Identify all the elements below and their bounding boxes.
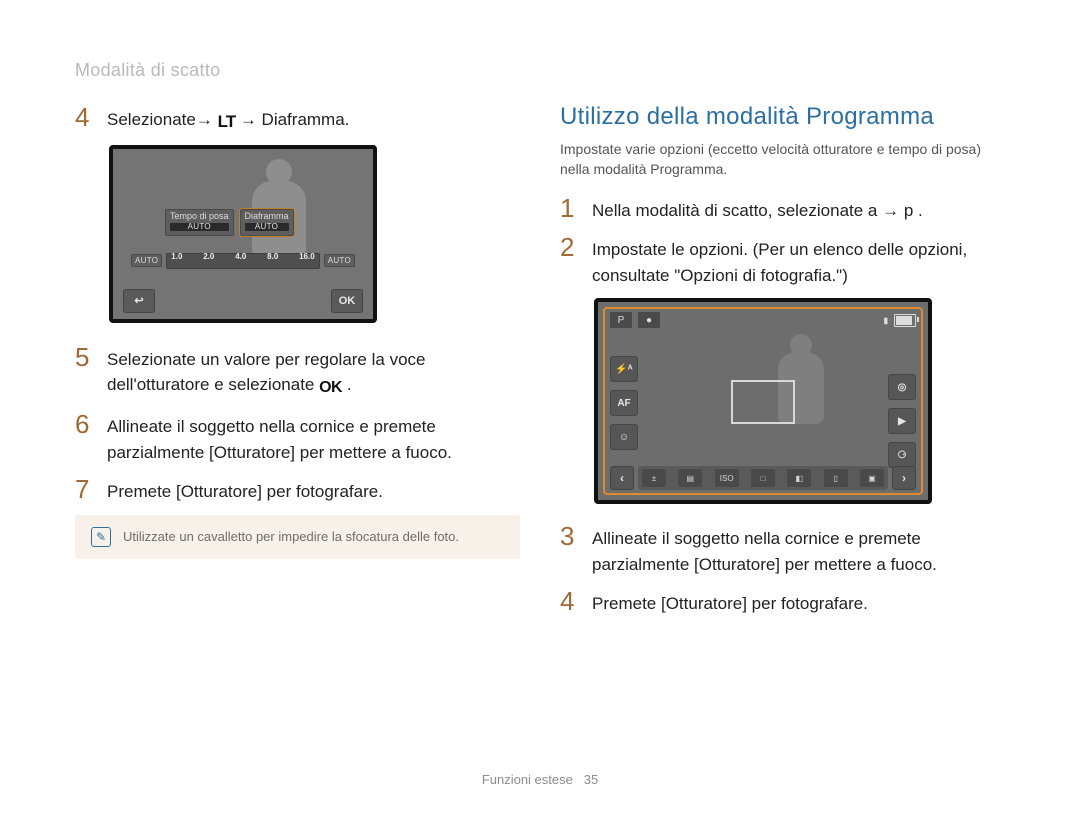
play-icon[interactable]: ▶ — [888, 408, 916, 434]
tick: 16.0 — [299, 252, 315, 261]
tick-labels: 1.0 2.0 4.0 8.0 16.0 — [171, 252, 314, 261]
bottom-bar: ↩ OK — [123, 289, 363, 313]
quality-icon[interactable]: ▣ — [860, 469, 884, 487]
text: Selezionate→ — [107, 110, 218, 129]
step-number: 2 — [560, 233, 582, 262]
tick: 4.0 — [235, 252, 246, 261]
section-description: Impostate varie opzioni (eccetto velocit… — [560, 139, 1005, 180]
scale-chip-left[interactable]: AUTO — [131, 254, 162, 267]
step-number: 3 — [560, 522, 582, 551]
step-4: 4 Selezionate→ LT → Diaframma. — [75, 103, 520, 135]
step-number: 5 — [75, 343, 97, 372]
tick: 2.0 — [203, 252, 214, 261]
face-detect-icon[interactable]: ☺ — [610, 424, 638, 450]
step-number: 4 — [560, 587, 582, 616]
flash-auto-icon[interactable]: ⚡ᴬ — [610, 356, 638, 382]
value: AUTO — [245, 223, 289, 231]
step-5: 5 Selezionate un valore per regolare la … — [75, 343, 520, 401]
metering-icon[interactable]: □ — [751, 469, 775, 487]
focus-box-icon — [731, 380, 795, 424]
drive-icon[interactable]: ◧ — [787, 469, 811, 487]
wb-icon[interactable]: ▤ — [678, 469, 702, 487]
page-footer: Funzioni estese 35 — [0, 772, 1080, 787]
top-left-icons: P ● — [610, 312, 660, 328]
top-status-bar: P ● ▮ — [610, 312, 916, 328]
left-side-icons: ⚡ᴬ AF ☺ — [610, 356, 638, 450]
ev-icon[interactable]: ± — [642, 469, 666, 487]
step-text: Allineate il soggetto nella cornice e pr… — [107, 410, 520, 465]
page: Modalità di scatto 4 Selezionate→ LT → D… — [0, 0, 1080, 815]
right-column: Utilizzo della modalità Programma Impost… — [560, 103, 1005, 627]
step-4b: 4 Premete [Otturatore] per fotografare. — [560, 587, 1005, 617]
af-icon[interactable]: AF — [610, 390, 638, 416]
step-text: Premete [Otturatore] per fotografare. — [592, 587, 868, 617]
scale-chip-right[interactable]: AUTO — [324, 254, 355, 267]
step-number: 1 — [560, 194, 582, 223]
step-number: 7 — [75, 475, 97, 504]
aperture-option[interactable]: Diaframma AUTO — [240, 209, 294, 237]
mode-p-icon[interactable]: P — [610, 312, 632, 328]
left-column: 4 Selezionate→ LT → Diaframma. Tempo di … — [75, 103, 520, 627]
label: Tempo di posa — [170, 211, 229, 221]
record-icon[interactable]: ● — [638, 312, 660, 328]
ok-button[interactable]: OK — [331, 289, 363, 313]
back-button[interactable]: ↩ — [123, 289, 155, 313]
breadcrumb: Modalità di scatto — [75, 60, 1005, 81]
step-text: Impostate le opzioni. (Per un elenco del… — [592, 233, 1005, 288]
status-bar-icon: ▮ — [884, 316, 888, 325]
battery-fill — [896, 316, 912, 325]
value: AUTO — [170, 223, 229, 231]
bottom-options-strip: ‹ ± ▤ ISO □ ◧ ▯ ▣ › — [610, 466, 916, 490]
option-buttons: Tempo di posa AUTO Diaframma AUTO — [165, 209, 294, 237]
iso-icon[interactable]: ISO — [715, 469, 739, 487]
ok-icon: OK — [319, 376, 342, 400]
tick: 8.0 — [267, 252, 278, 261]
wireless-icon[interactable]: ⚆ — [888, 442, 916, 468]
footer-section: Funzioni estese — [482, 772, 573, 787]
aperture-scale: AUTO 1.0 2.0 4.0 8.0 16.0 AUTO — [131, 253, 355, 269]
text: . — [347, 375, 352, 394]
camera-preview-program: P ● ▮ ⚡ᴬ AF ☺ ◎ — [594, 298, 932, 504]
step-number: 6 — [75, 410, 97, 439]
right-side-icons: ◎ ▶ ⚆ — [888, 374, 916, 468]
step-6: 6 Allineate il soggetto nella cornice e … — [75, 410, 520, 465]
step-text: Allineate il soggetto nella cornice e pr… — [592, 522, 1005, 577]
step-text: Nella modalità di scatto, selezionate a … — [592, 194, 923, 224]
step-text: Selezionate un valore per regolare la vo… — [107, 343, 520, 401]
step-3: 3 Allineate il soggetto nella cornice e … — [560, 522, 1005, 577]
option-icons: ± ▤ ISO □ ◧ ▯ ▣ — [638, 466, 888, 490]
step-7: 7 Premete [Otturatore] per fotografare. — [75, 475, 520, 505]
label: Diaframma — [245, 211, 289, 221]
camera-preview-aperture: Tempo di posa AUTO Diaframma AUTO AUTO 1… — [109, 145, 377, 323]
shutter-time-option[interactable]: Tempo di posa AUTO — [165, 209, 234, 237]
section-title: Utilizzo della modalità Programma — [560, 103, 1005, 131]
target-icon[interactable]: ◎ — [888, 374, 916, 400]
step-number: 4 — [75, 103, 97, 132]
nav-left-button[interactable]: ‹ — [610, 466, 634, 490]
note-icon — [91, 527, 111, 547]
footer-page: 35 — [584, 772, 598, 787]
size-icon[interactable]: ▯ — [824, 469, 848, 487]
battery-icon — [894, 314, 916, 327]
step-text: Premete [Otturatore] per fotografare. — [107, 475, 383, 505]
tip-text: Utilizzate un cavalletto per impedire la… — [123, 529, 459, 544]
text: → Diaframma. — [240, 110, 350, 129]
step-text: Selezionate→ LT → Diaframma. — [107, 103, 349, 135]
tick: 1.0 — [171, 252, 182, 261]
tip-callout: Utilizzate un cavalletto per impedire la… — [75, 515, 520, 559]
top-right-icons: ▮ — [884, 314, 916, 327]
aperture-slider[interactable]: 1.0 2.0 4.0 8.0 16.0 — [166, 253, 319, 269]
nav-right-button[interactable]: › — [892, 466, 916, 490]
text: Selezionate un valore per regolare la vo… — [107, 350, 425, 395]
step-2: 2 Impostate le opzioni. (Per un elenco d… — [560, 233, 1005, 288]
step-1: 1 Nella modalità di scatto, selezionate … — [560, 194, 1005, 224]
content-columns: 4 Selezionate→ LT → Diaframma. Tempo di … — [75, 103, 1005, 627]
lt-icon: LT — [218, 109, 236, 135]
